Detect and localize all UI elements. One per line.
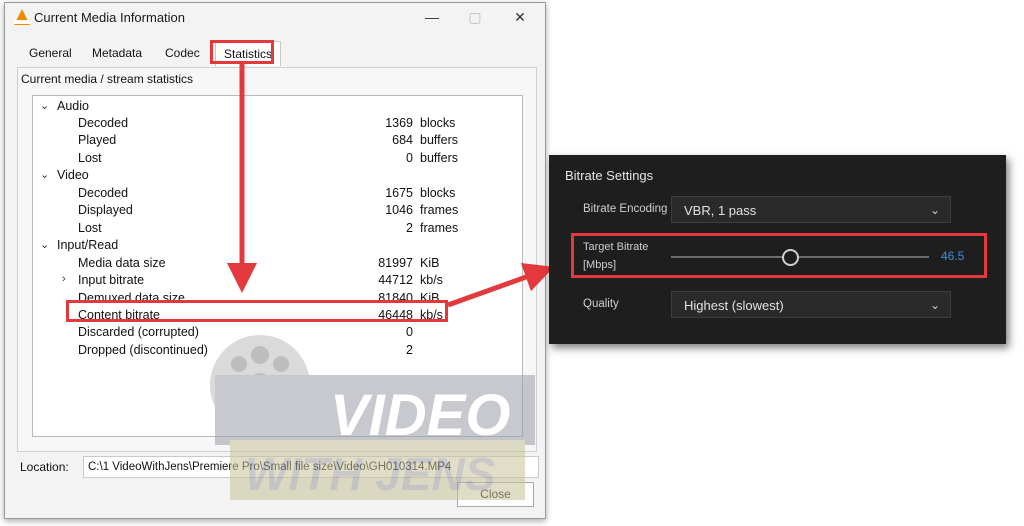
row-value: 1369 — [385, 116, 413, 130]
minimize-button[interactable]: — — [420, 8, 444, 26]
window-title: Current Media Information — [34, 10, 186, 25]
row-label: Input bitrate — [78, 273, 145, 287]
table-row: Displayed 1046 frames — [33, 203, 522, 220]
close-button[interactable]: Close — [457, 482, 534, 507]
vlc-cone-icon — [14, 9, 30, 25]
table-row[interactable]: › Input bitrate 44712 kb/s — [33, 273, 522, 290]
row-unit: kb/s — [420, 273, 443, 287]
table-row: Discarded (corrupted) 0 — [33, 325, 522, 342]
statistics-tree: ⌄ Audio Decoded 1369 blocks Played 684 b… — [32, 95, 523, 437]
row-value: 81997 — [378, 256, 413, 270]
row-label: Displayed — [78, 203, 133, 217]
chevron-down-icon: ⌄ — [929, 298, 940, 312]
tree-group-input-read[interactable]: ⌄ Input/Read — [33, 238, 522, 255]
table-row: Decoded 1675 blocks — [33, 186, 522, 203]
row-value: 0 — [406, 151, 413, 165]
row-label: Played — [78, 133, 117, 147]
quality-label: Quality — [583, 298, 619, 310]
row-value: 1046 — [385, 203, 413, 217]
row-unit: frames — [420, 221, 459, 235]
row-value: 0 — [406, 325, 413, 339]
selected-value: Highest (slowest) — [684, 298, 784, 313]
content-bitrate-highlight — [66, 300, 448, 322]
row-unit: buffers — [420, 133, 458, 147]
bitrate-encoding-select[interactable]: VBR, 1 pass ⌄ — [671, 196, 951, 223]
tree-group-video[interactable]: ⌄ Video — [33, 168, 522, 185]
row-label: Lost — [78, 221, 102, 235]
chevron-down-icon: ⌄ — [929, 203, 940, 217]
panel-title: Bitrate Settings — [565, 168, 654, 183]
maximize-button[interactable]: ▢ — [463, 8, 487, 26]
row-unit: buffers — [420, 151, 458, 165]
row-unit: frames — [420, 203, 459, 217]
chevron-right-icon[interactable]: › — [62, 273, 66, 285]
tab-metadata[interactable]: Metadata — [84, 41, 150, 65]
location-field[interactable]: C:\1 VideoWithJens\Premiere Pro\Small fi… — [83, 456, 539, 478]
row-value: 1675 — [385, 186, 413, 200]
chevron-down-icon: ⌄ — [40, 169, 50, 181]
close-window-button[interactable]: ✕ — [508, 8, 532, 26]
bitrate-settings-panel: Bitrate Settings Bitrate Encoding VBR, 1… — [549, 155, 1006, 344]
location-label: Location: — [20, 460, 69, 474]
row-label: Media data size — [78, 256, 166, 270]
chevron-down-icon: ⌄ — [40, 100, 50, 112]
group-label: Audio — [57, 99, 89, 113]
quality-select[interactable]: Highest (slowest) ⌄ — [671, 291, 951, 318]
title-bar: Current Media Information — ▢ ✕ — [5, 3, 545, 33]
row-value: 2 — [406, 221, 413, 235]
row-label: Decoded — [78, 116, 129, 130]
table-row: Played 684 buffers — [33, 133, 522, 150]
bitrate-encoding-label: Bitrate Encoding — [583, 203, 668, 215]
table-row: Lost 2 frames — [33, 221, 522, 238]
table-row: Decoded 1369 blocks — [33, 116, 522, 133]
row-label: Dropped (discontinued) — [78, 343, 208, 357]
media-info-window: Current Media Information — ▢ ✕ General … — [4, 2, 546, 519]
row-label: Decoded — [78, 186, 129, 200]
tab-codec[interactable]: Codec — [157, 41, 208, 65]
row-unit: blocks — [420, 186, 456, 200]
tab-general[interactable]: General — [21, 41, 80, 65]
chevron-down-icon: ⌄ — [40, 239, 50, 251]
row-label: Discarded (corrupted) — [78, 325, 199, 339]
group-label: Input/Read — [57, 238, 119, 252]
statistics-tab-highlight — [210, 40, 274, 64]
selected-value: VBR, 1 pass — [684, 203, 757, 218]
row-value: 684 — [392, 133, 413, 147]
table-row: Lost 0 buffers — [33, 151, 522, 168]
row-value: 2 — [406, 343, 413, 357]
row-unit: KiB — [420, 256, 440, 270]
target-bitrate-highlight — [571, 233, 987, 278]
table-row: Media data size 81997 KiB — [33, 256, 522, 273]
group-label: Video — [57, 168, 89, 182]
tree-group-audio[interactable]: ⌄ Audio — [33, 99, 522, 116]
row-value: 44712 — [378, 273, 413, 287]
row-label: Lost — [78, 151, 102, 165]
section-title: Current media / stream statistics — [21, 72, 194, 86]
row-unit: blocks — [420, 116, 456, 130]
table-row: Dropped (discontinued) 2 — [33, 343, 522, 360]
